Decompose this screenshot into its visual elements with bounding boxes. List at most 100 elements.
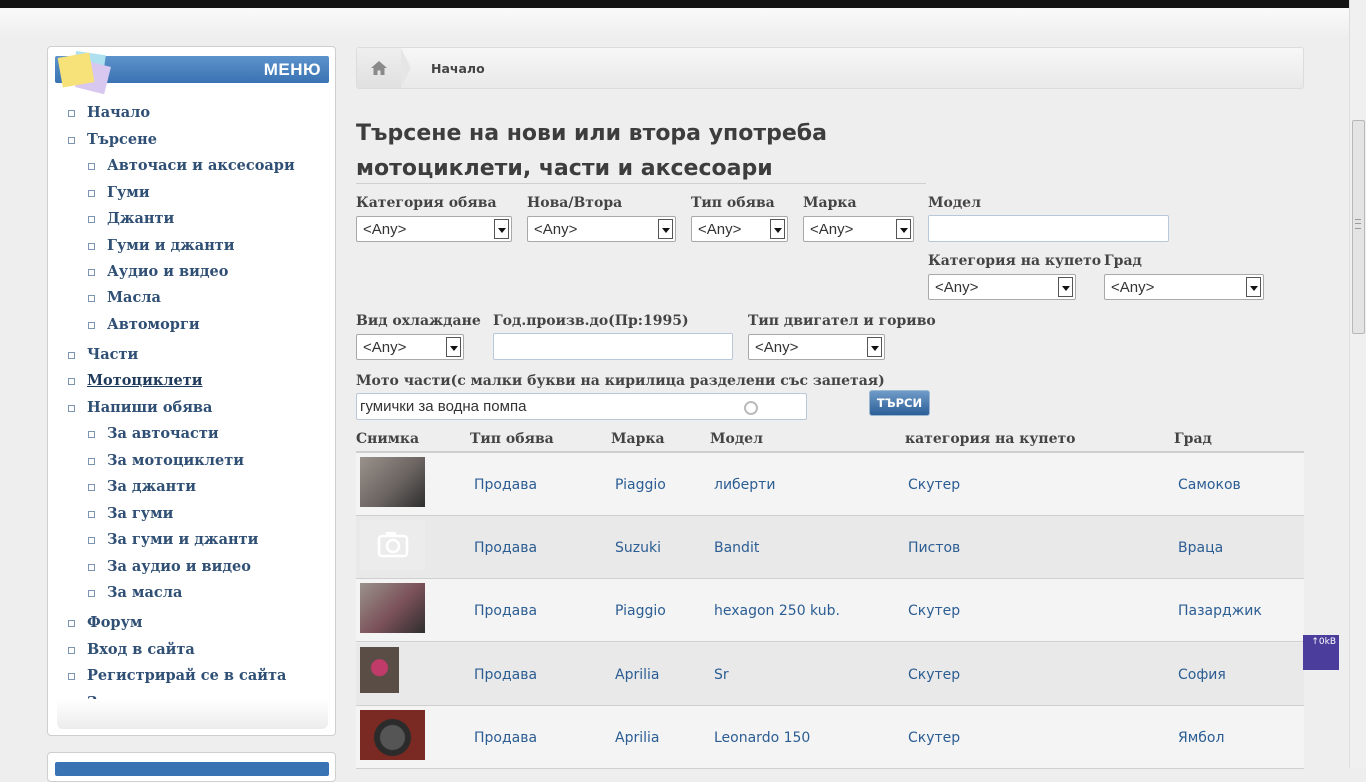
menu-item[interactable]: Гуми и джанти xyxy=(88,237,235,254)
menu-item[interactable]: Гуми xyxy=(88,184,150,201)
no-photo-camera-icon[interactable] xyxy=(360,520,425,571)
year-label: Год.произв.до(Пр:1995) xyxy=(493,313,689,329)
listing-photo[interactable] xyxy=(360,457,425,507)
listing-photo[interactable] xyxy=(360,583,425,634)
cell-type[interactable]: Продава xyxy=(474,667,537,683)
col-header-type[interactable]: Тип обява xyxy=(470,431,554,447)
table-row[interactable]: Продава Suzuki Bandit Пистов Враца xyxy=(356,516,1304,580)
cell-model[interactable]: Leonardo 150 xyxy=(714,730,810,746)
cell-city[interactable]: София xyxy=(1178,667,1226,683)
cell-city[interactable]: Ямбол xyxy=(1178,730,1224,746)
table-row[interactable]: Продава Piaggio либерти Скутер Самоков xyxy=(356,453,1304,516)
menu-item[interactable]: За авточасти xyxy=(88,425,219,442)
breadcrumb-current[interactable]: Начало xyxy=(431,61,485,76)
cell-city[interactable]: Враца xyxy=(1178,540,1223,556)
cell-brand[interactable]: Aprilia xyxy=(615,667,659,683)
menu-item[interactable]: Форум xyxy=(68,614,143,631)
col-header-photo[interactable]: Снимка xyxy=(356,431,419,447)
bullet-square-icon xyxy=(88,269,95,276)
cell-model[interactable]: Bandit xyxy=(714,540,759,556)
chevron-down-icon xyxy=(867,337,882,357)
col-header-city[interactable]: Град xyxy=(1174,431,1212,447)
cell-city[interactable]: Самоков xyxy=(1178,477,1241,493)
year-input[interactable] xyxy=(493,333,733,360)
scrollbar-thumb[interactable] xyxy=(1352,120,1365,334)
engine-select[interactable]: <Any> xyxy=(748,334,885,360)
menu-item[interactable]: За гуми xyxy=(88,505,173,522)
menu-item-label: Авточаси и аксесоари xyxy=(107,157,295,174)
city-label: Град xyxy=(1104,253,1142,269)
cooling-select[interactable]: <Any> xyxy=(356,334,464,360)
listing-photo[interactable] xyxy=(360,646,399,693)
cell-model[interactable]: hexagon 250 kub. xyxy=(714,603,840,619)
menu-item-label: Мотоциклети xyxy=(87,372,203,389)
table-row[interactable]: Продава Aprilia Sr Скутер София xyxy=(356,642,1304,706)
menu-item-label: Форум xyxy=(87,614,143,631)
model-input[interactable] xyxy=(928,215,1169,242)
second-box-header xyxy=(55,762,329,776)
table-row[interactable]: Продава Piaggio hexagon 250 kub. Скутер Паза… xyxy=(356,579,1304,643)
menu-item[interactable]: Масла xyxy=(88,289,161,306)
cell-type[interactable]: Продава xyxy=(474,477,537,493)
bullet-square-icon xyxy=(68,137,75,144)
col-header-brand[interactable]: Марка xyxy=(611,431,665,447)
menu-item[interactable]: Джанти xyxy=(88,210,174,227)
menu-item[interactable]: Вход в сайта xyxy=(68,641,195,658)
table-row[interactable]: Продава Aprilia Leonardo 150 Скутер Ямбол xyxy=(356,705,1304,769)
body-category-select[interactable]: <Any> xyxy=(928,274,1076,300)
cell-brand[interactable]: Suzuki xyxy=(615,540,661,556)
bullet-square-icon xyxy=(88,484,95,491)
cell-model[interactable]: Sr xyxy=(714,667,729,683)
menu-item[interactable]: За мотоциклети xyxy=(88,452,244,469)
category-select[interactable]: <Any> xyxy=(356,216,512,242)
menu-item[interactable]: Авточаси и аксесоари xyxy=(88,157,295,174)
bullet-square-icon xyxy=(68,673,75,680)
brand-select[interactable]: <Any> xyxy=(803,216,914,242)
menu-item[interactable]: За джанти xyxy=(88,478,196,495)
traffic-widget[interactable]: ↑0kB xyxy=(1303,635,1339,670)
menu-item[interactable]: Аудио и видео xyxy=(88,263,228,280)
cell-city[interactable]: Пазарджик xyxy=(1178,603,1262,619)
cell-model[interactable]: либерти xyxy=(714,477,775,493)
menu-item[interactable]: Автоморги xyxy=(88,316,200,333)
cell-brand[interactable]: Piaggio xyxy=(615,603,666,619)
cell-brand[interactable]: Piaggio xyxy=(615,477,666,493)
menu-item[interactable]: Търсене xyxy=(68,131,157,148)
breadcrumb: Начало xyxy=(356,47,1304,89)
menu-item[interactable]: Мотоциклети xyxy=(68,372,203,389)
condition-select[interactable]: <Any> xyxy=(527,216,676,242)
breadcrumb-home[interactable] xyxy=(357,48,411,88)
cell-type[interactable]: Продава xyxy=(474,730,537,746)
menu-item[interactable]: Регистрирай се в сайта xyxy=(68,667,287,684)
cell-body[interactable]: Пистов xyxy=(908,540,960,556)
bullet-square-icon xyxy=(68,647,75,654)
menu-item[interactable]: За аудио и видео xyxy=(88,558,251,575)
vertical-scrollbar[interactable] xyxy=(1349,0,1366,768)
menu-bottom-shade xyxy=(57,699,328,729)
cell-type[interactable]: Продава xyxy=(474,540,537,556)
scrollbar-grip-icon xyxy=(1355,219,1361,229)
chevron-down-icon xyxy=(446,337,461,357)
cell-body[interactable]: Скутер xyxy=(908,730,960,746)
cell-body[interactable]: Скутер xyxy=(908,667,960,683)
cell-body[interactable]: Скутер xyxy=(908,477,960,493)
menu-item[interactable]: Начало xyxy=(68,104,150,121)
cell-body[interactable]: Скутер xyxy=(908,603,960,619)
city-select[interactable]: <Any> xyxy=(1104,274,1264,300)
cell-type[interactable]: Продава xyxy=(474,603,537,619)
menu-item-label: Регистрирай се в сайта xyxy=(87,667,287,684)
menu-item[interactable]: За гуми и джанти xyxy=(88,531,258,548)
parts-input[interactable]: гумички за водна помпа xyxy=(356,393,807,420)
search-button[interactable]: ТЪРСИ xyxy=(869,390,930,416)
cell-brand[interactable]: Aprilia xyxy=(615,730,659,746)
menu-item-label: Вход в сайта xyxy=(87,641,195,658)
col-header-body[interactable]: категория на купето xyxy=(905,431,1076,447)
menu-item[interactable]: Напиши обява xyxy=(68,399,212,416)
col-header-model[interactable]: Модел xyxy=(710,431,763,447)
listing-photo[interactable] xyxy=(360,709,425,760)
ad-type-select[interactable]: <Any> xyxy=(691,216,788,242)
menu-item-label: Гуми xyxy=(107,184,150,201)
menu-item-label: Автоморги xyxy=(107,316,200,333)
menu-item[interactable]: Части xyxy=(68,346,138,363)
menu-item[interactable]: За масла xyxy=(88,584,182,601)
